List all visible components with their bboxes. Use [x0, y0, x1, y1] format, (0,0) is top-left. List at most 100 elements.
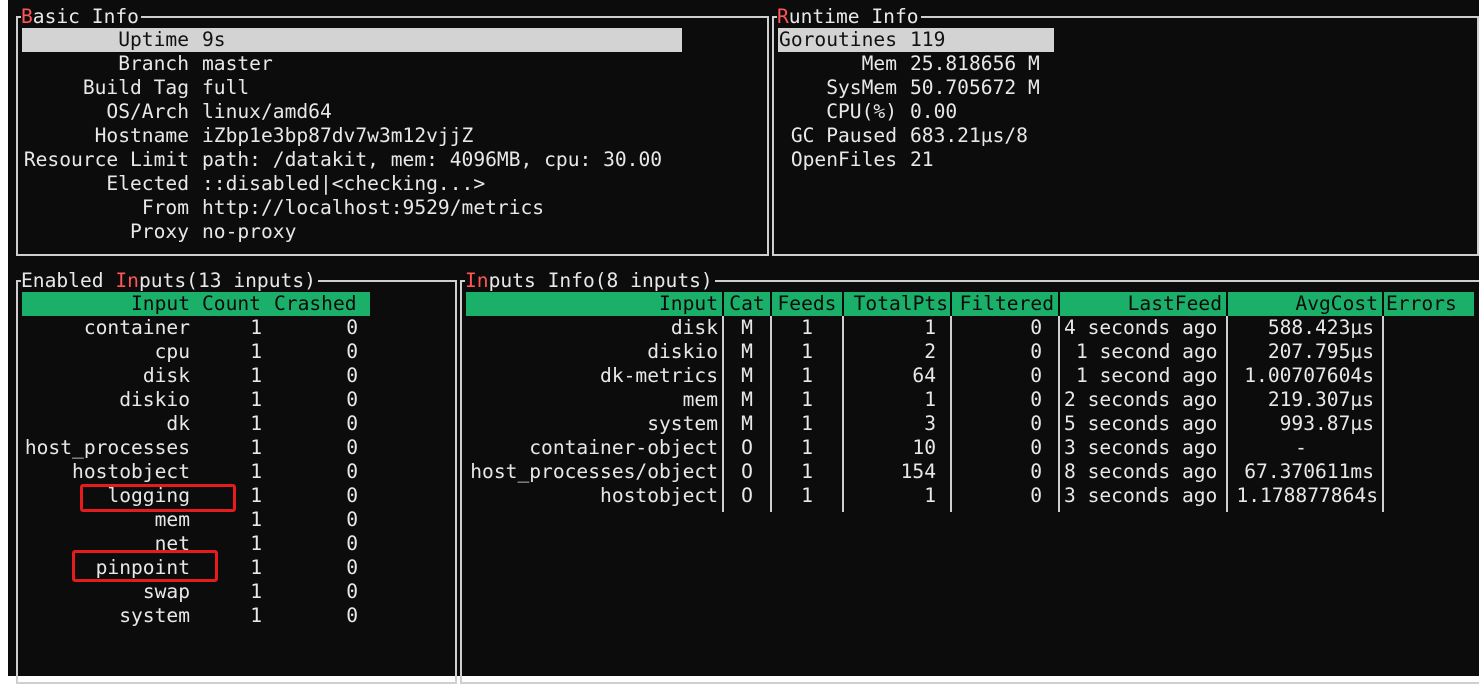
column-header-feeds[interactable]: Feeds [772, 292, 842, 316]
info-row[interactable]: Uptime 9s [22, 28, 682, 52]
list-item[interactable]: disk 1 0 [22, 364, 442, 388]
runtime-row: SysMem 50.705672 M [778, 76, 1468, 100]
cell-text: 1 [250, 580, 262, 603]
cell-text: 1 [801, 412, 813, 435]
cell-text: 1 [250, 316, 262, 339]
cell-text: hostobject [600, 484, 718, 507]
cell-text: 119 [910, 28, 946, 51]
cell-text: 1 [250, 388, 262, 411]
cell-text: 0 [346, 316, 358, 339]
cell-text: OS/Arch [106, 100, 189, 123]
cell-text: 8 seconds ago [1064, 460, 1218, 483]
cell-text: Build Tag [82, 76, 189, 99]
cell-text: ::disabled|<checking...> [202, 172, 486, 195]
cell-text: M [741, 388, 753, 411]
cell-text: 0.00 [910, 100, 958, 123]
column-header-count[interactable]: Count [202, 292, 261, 316]
basic-info-title: Basic Info [21, 6, 141, 28]
cell-text: 1 second ago [1076, 340, 1218, 363]
cell-text: hostobject [72, 460, 190, 483]
cell-text: http://localhost:9529/metrics [202, 196, 545, 219]
list-item[interactable]: diskio 1 0 [22, 388, 442, 412]
cell-text: GC Paused [790, 124, 897, 147]
list-item[interactable]: dk 1 0 [22, 412, 442, 436]
cell-text: 50.705672 M [910, 76, 1040, 99]
cell-text: 1 [801, 484, 813, 507]
runtime-row[interactable]: Goroutines 119 [778, 28, 1054, 52]
table-row[interactable]: system M 1 3 0 5 seconds ago 993.87µs [466, 412, 1474, 436]
cell-text: host_processes [24, 436, 190, 459]
column-header-avgcost[interactable]: AvgCost [1228, 292, 1378, 316]
cell-text: disk [142, 364, 190, 387]
table-row[interactable]: container-object O 1 10 0 3 seconds ago - [466, 436, 1474, 460]
header-divider [1382, 292, 1384, 316]
cell-text: mem [682, 388, 718, 411]
cell-text: 683.21µs/8 [910, 124, 1028, 147]
cell-text: 1 [250, 604, 262, 627]
cell-text: M [741, 364, 753, 387]
table-row[interactable]: dk-metrics M 1 64 0 1 second ago 1.00707604s [466, 364, 1474, 388]
cell-text: From [141, 196, 189, 219]
cell-text: 993.87µs [1279, 412, 1374, 435]
runtime-row: GC Paused 683.21µs/8 [778, 124, 1468, 148]
cell-text: cpu [154, 340, 190, 363]
table-row[interactable]: hostobject O 1 1 0 3 seconds ago 1.178877864s [466, 484, 1474, 508]
table-row[interactable]: diskio M 1 2 0 1 second ago 207.795µs [466, 340, 1474, 364]
enabled-inputs-panel: Enabled Inputs(13 inputs) Input Count Cr… [16, 270, 457, 684]
info-row: Hostname iZbp1e3bp87dv7w3m12vjjZ [22, 124, 762, 148]
cell-text: 0 [346, 436, 358, 459]
cell-text: untime Info [788, 5, 919, 28]
cell-text: 1 second ago [1076, 364, 1218, 387]
cell-text: 1.178877864s [1236, 484, 1378, 507]
cell-text: 3 [924, 412, 936, 435]
list-item[interactable]: hostobject 1 0 [22, 460, 442, 484]
cell-text: container [83, 316, 190, 339]
cell-text: 10 [912, 436, 936, 459]
cell-text: O [741, 484, 753, 507]
list-item[interactable]: host_processes 1 0 [22, 436, 442, 460]
cell-text: path: /datakit, mem: 4096MB, cpu: 30.00 [202, 148, 663, 171]
table-row[interactable]: host_processes/object O 1 154 0 8 seconds ago… [466, 460, 1474, 484]
cell-text: 588.423µs [1267, 316, 1374, 339]
list-item[interactable]: system 1 0 [22, 604, 442, 628]
basic-info-panel: Basic Info Uptime 9s Branch master Build T… [16, 6, 769, 256]
cell-text: 0 [1030, 412, 1042, 435]
terminal-window: Basic Info Uptime 9s Branch master Build T… [8, 0, 1479, 684]
column-header-totalpts[interactable]: TotalPts [844, 292, 948, 316]
cell-text: Uptime [118, 28, 189, 51]
cell-text: swap [142, 580, 190, 603]
column-header-cat[interactable]: Cat [724, 292, 770, 316]
column-header-input[interactable]: Input [22, 292, 190, 316]
column-header-lastfeed[interactable]: LastFeed [1060, 292, 1222, 316]
cell-text: 0 [346, 460, 358, 483]
cell-text: 1 [924, 388, 936, 411]
cell-text: no-proxy [202, 220, 297, 243]
cell-text: 1 [801, 388, 813, 411]
cell-text: SysMem [826, 76, 897, 99]
cell-text: B [21, 5, 33, 28]
cell-text: 0 [346, 604, 358, 627]
cell-text: Elected [106, 172, 189, 195]
list-item[interactable]: swap 1 0 [22, 580, 442, 604]
cell-text: dk [166, 412, 190, 435]
cell-text: 0 [1030, 364, 1042, 387]
cell-text: dk-metrics [600, 364, 718, 387]
table-row[interactable]: mem M 1 1 0 2 seconds ago 219.307µs [466, 388, 1474, 412]
list-item[interactable]: container 1 0 [22, 316, 442, 340]
inputs-info-header: Input Cat Feeds TotalPts Filtered LastFe… [466, 292, 1474, 316]
column-header-input[interactable]: Input [466, 292, 718, 316]
column-header-crashed[interactable]: Crashed [274, 292, 357, 316]
cell-text: OpenFiles [790, 148, 897, 171]
column-header-filtered[interactable]: Filtered [952, 292, 1054, 316]
cell-text: container-object [529, 436, 718, 459]
inputs-info-panel: Inputs Info(8 inputs) Input Cat Feeds To… [460, 270, 1479, 684]
table-row[interactable]: disk M 1 1 0 4 seconds ago 588.423µs [466, 316, 1474, 340]
cell-text: 1 [924, 484, 936, 507]
cell-text: 3 seconds ago [1064, 436, 1218, 459]
cell-text: 0 [346, 364, 358, 387]
pinpoint-highlight-annotation [72, 550, 218, 582]
cell-text: asic Info [32, 5, 139, 28]
info-row: Proxy no-proxy [22, 220, 762, 244]
list-item[interactable]: cpu 1 0 [22, 340, 442, 364]
column-header-errors[interactable]: Errors [1386, 292, 1457, 316]
